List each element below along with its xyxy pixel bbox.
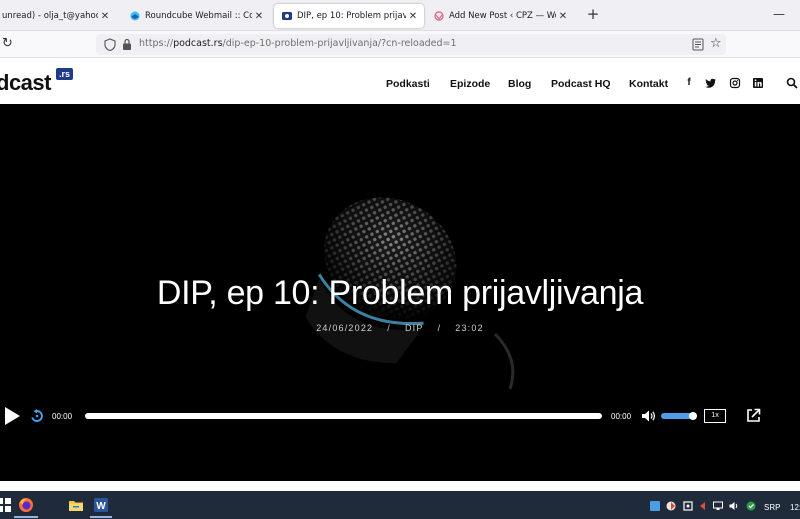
show-hidden-icons-icon[interactable] <box>698 501 708 511</box>
episode-hero: DIP, ep 10: Problem prijavljivanja 24/06… <box>0 104 800 481</box>
tracking-protection-icon[interactable] <box>104 38 116 51</box>
tab-roundcube[interactable]: Roundcube Webmail :: Compos ✕ <box>122 4 270 28</box>
meta-separator: / <box>387 323 391 333</box>
nav-podkasti[interactable]: Podkasti <box>386 78 430 90</box>
site-logo[interactable]: dcast <box>0 70 51 96</box>
windows-taskbar: W SRP 12: <box>0 491 800 519</box>
tab-label: Add New Post ‹ CPŽ — WordPr <box>449 11 556 21</box>
browser-nav-bar: ↻ https://podcast.rs/dip-ep-10-problem-p… <box>0 31 800 58</box>
search-icon[interactable] <box>786 77 798 89</box>
twitter-icon[interactable] <box>705 77 717 89</box>
episode-date: 24/06/2022 <box>316 323 374 333</box>
rewind-icon[interactable] <box>30 409 44 423</box>
speaker-icon[interactable] <box>729 501 739 511</box>
tray-app-icon[interactable] <box>666 501 676 511</box>
linkedin-icon[interactable] <box>752 77 764 89</box>
tab-label: Roundcube Webmail :: Compos <box>145 11 252 21</box>
browser-tab-strip: unread) - olja_t@yahoo.com ✕ Roundcube W… <box>0 0 800 31</box>
active-app-indicator <box>90 516 112 518</box>
volume-slider[interactable] <box>661 412 698 420</box>
instagram-icon[interactable] <box>729 77 741 89</box>
page-content-strip <box>0 481 800 491</box>
duration-time: 00:00 <box>611 412 632 421</box>
current-time: 00:00 <box>52 412 73 421</box>
episode-duration: 23:02 <box>455 323 484 333</box>
svg-text:W: W <box>96 501 106 512</box>
playback-speed-button[interactable]: 1x <box>704 409 726 423</box>
start-icon[interactable] <box>0 497 12 513</box>
url-prefix: https:// <box>139 38 174 49</box>
nav-kontakt[interactable]: Kontakt <box>629 78 668 90</box>
file-explorer-icon[interactable] <box>68 497 84 513</box>
close-icon[interactable]: ✕ <box>98 11 112 22</box>
word-icon[interactable]: W <box>93 497 109 513</box>
play-icon[interactable] <box>4 406 21 426</box>
tab-dip-episode[interactable]: DIP, ep 10: Problem prijavljivanja ✕ <box>274 4 424 28</box>
share-icon[interactable] <box>746 408 761 423</box>
active-app-indicator <box>14 516 38 518</box>
roundcube-icon <box>130 11 140 21</box>
volume-handle[interactable] <box>689 412 698 420</box>
episode-show[interactable]: DIP <box>405 323 424 333</box>
minimize-button[interactable]: — <box>770 7 788 21</box>
security-icon[interactable] <box>746 501 756 511</box>
reload-icon[interactable]: ↻ <box>2 37 13 51</box>
reader-view-icon[interactable] <box>692 38 704 51</box>
input-language[interactable]: SRP <box>764 503 780 512</box>
tab-label: DIP, ep 10: Problem prijavljivanja <box>297 11 406 21</box>
new-tab-button[interactable]: + <box>584 6 602 24</box>
tray-app-icon[interactable] <box>650 501 660 511</box>
episode-title: DIP, ep 10: Problem prijavljivanja <box>156 274 644 312</box>
site-header: dcast .rs Podkasti Epizode Blog Podcast … <box>0 58 800 104</box>
progress-bar[interactable] <box>85 413 602 419</box>
address-bar[interactable]: https://podcast.rs/dip-ep-10-problem-pri… <box>96 34 726 55</box>
close-icon[interactable]: ✕ <box>406 11 420 22</box>
url-text[interactable]: https://podcast.rs/dip-ep-10-problem-pri… <box>139 38 457 49</box>
tab-wordpress[interactable]: Add New Post ‹ CPŽ — WordPr ✕ <box>426 4 574 28</box>
nav-blog[interactable]: Blog <box>508 78 531 90</box>
volume-icon[interactable] <box>641 409 656 423</box>
facebook-icon[interactable]: f <box>683 77 695 89</box>
tab-label: unread) - olja_t@yahoo.com <box>2 11 98 21</box>
logo-badge: .rs <box>56 68 74 80</box>
url-domain: podcast.rs <box>173 38 223 49</box>
url-path: /dip-ep-10-problem-prijavljivanja/?cn-re… <box>222 38 457 49</box>
clock[interactable]: 12: <box>790 503 800 512</box>
nav-epizode[interactable]: Epizode <box>450 78 490 90</box>
network-icon[interactable] <box>713 501 723 511</box>
tab-yahoo-mail[interactable]: unread) - olja_t@yahoo.com ✕ <box>0 4 116 28</box>
meta-separator: / <box>437 323 442 333</box>
podcast-icon <box>282 12 292 20</box>
episode-meta: 24/06/2022 / DIP / 23:02 <box>0 323 800 333</box>
lock-icon[interactable] <box>122 38 132 51</box>
wordpress-icon <box>434 11 444 21</box>
tray-app-icon[interactable] <box>683 501 693 511</box>
close-icon[interactable]: ✕ <box>556 11 570 22</box>
close-icon[interactable]: ✕ <box>252 11 266 22</box>
firefox-icon[interactable] <box>18 497 34 513</box>
nav-podcast-hq[interactable]: Podcast HQ <box>551 78 611 90</box>
bookmark-star-icon[interactable]: ☆ <box>710 36 722 51</box>
